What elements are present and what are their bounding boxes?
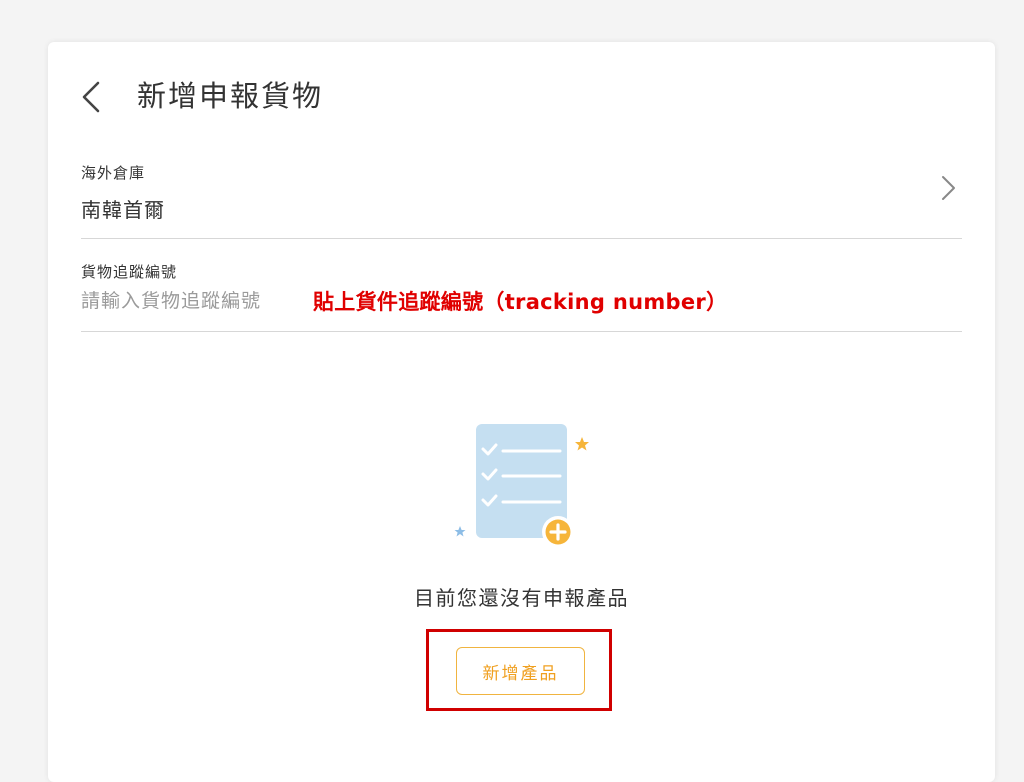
empty-state-message: 目前您還沒有申報產品 [414,586,629,610]
add-product-button[interactable]: 新增產品 [456,647,585,695]
tracking-number-field: 貨物追蹤編號 貼上貨件追蹤編號（tracking number） [81,254,962,332]
page-header: 新增申報貨物 [48,42,995,152]
tracking-number-input[interactable] [81,284,301,318]
chevron-left-icon [82,81,100,113]
tracking-label: 貨物追蹤編號 [81,263,178,281]
chevron-right-icon [938,174,958,202]
tracking-annotation: 貼上貨件追蹤編號（tracking number） [313,290,728,314]
checklist-add-icon [448,417,598,552]
page-title: 新增申報貨物 [137,79,324,113]
back-button[interactable] [78,79,108,115]
warehouse-label: 海外倉庫 [81,164,146,182]
warehouse-value: 南韓首爾 [81,198,165,222]
declare-cargo-card: 新增申報貨物 海外倉庫 南韓首爾 貨物追蹤編號 貼上貨件追蹤編號（trackin… [48,42,995,782]
warehouse-selector[interactable]: 海外倉庫 南韓首爾 [81,154,962,239]
